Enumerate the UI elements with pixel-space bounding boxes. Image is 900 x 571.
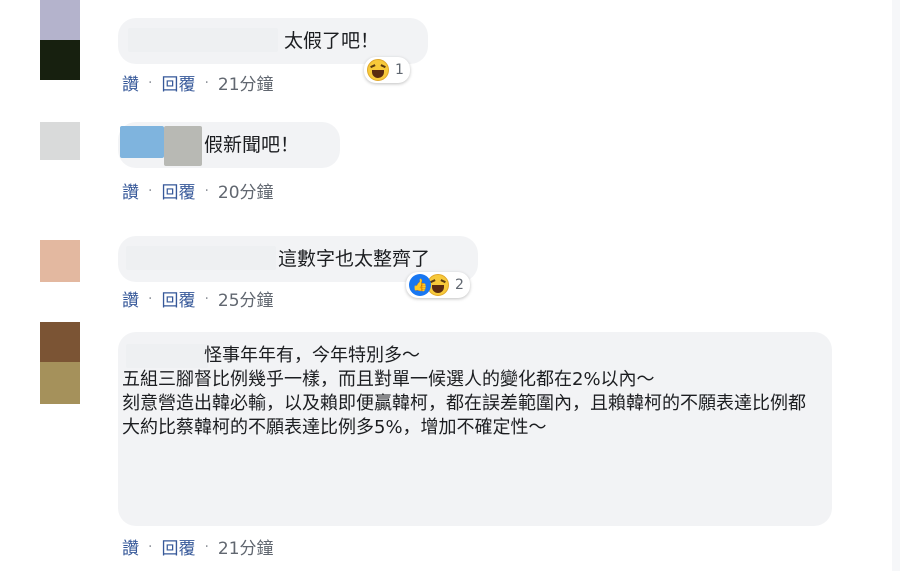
timestamp[interactable]: 21分鐘	[218, 70, 274, 95]
comment-actions: 讚 · 回覆 · 25分鐘	[122, 286, 274, 312]
like-link[interactable]: 讚	[122, 534, 139, 559]
avatar-fill	[40, 122, 80, 160]
avatar[interactable]	[40, 122, 80, 160]
separator: ·	[148, 182, 153, 199]
reaction-count: 1	[395, 62, 404, 78]
reply-link[interactable]: 回覆	[161, 534, 195, 559]
scrollbar-track[interactable]	[892, 0, 900, 571]
comment-text: 怪事年年有，今年特別多～ 五組三腳督比例幾乎一樣，而且對單一候選人的變化都在2%…	[122, 345, 806, 438]
reply-link[interactable]: 回覆	[161, 70, 195, 95]
redacted-name	[164, 126, 202, 166]
separator: ·	[204, 538, 209, 555]
like-link[interactable]: 讚	[122, 178, 139, 203]
avatar-top	[40, 322, 80, 362]
reaction-summary[interactable]: 1	[364, 57, 410, 83]
comment-actions: 讚 · 回覆 · 20分鐘	[122, 178, 274, 204]
like-link[interactable]: 讚	[122, 286, 139, 311]
avatar-top	[40, 0, 80, 40]
comment-bubble: 假新聞吧！	[118, 122, 340, 168]
redacted-name	[120, 126, 164, 158]
timestamp[interactable]: 21分鐘	[218, 534, 274, 559]
reaction-count: 2	[455, 277, 464, 293]
avatar[interactable]	[40, 322, 80, 404]
like-icon: 👍	[409, 274, 431, 296]
comment-actions: 讚 · 回覆 · 21分鐘	[122, 534, 274, 560]
separator: ·	[148, 290, 153, 307]
comment-actions: 讚 · 回覆 · 21分鐘	[122, 70, 274, 96]
haha-icon	[367, 59, 389, 81]
avatar-bottom	[40, 40, 80, 80]
reply-link[interactable]: 回覆	[161, 178, 195, 203]
comment-text: 太假了吧！	[284, 30, 380, 52]
reply-link[interactable]: 回覆	[161, 286, 195, 311]
timestamp[interactable]: 20分鐘	[218, 178, 274, 203]
redacted-name	[126, 246, 276, 270]
reaction-summary[interactable]: 👍 2	[406, 272, 470, 298]
avatar[interactable]	[40, 0, 80, 80]
separator: ·	[148, 538, 153, 555]
comment-text: 這數字也太整齊了	[278, 248, 431, 270]
avatar-fill	[40, 240, 80, 282]
avatar[interactable]	[40, 240, 80, 282]
like-link[interactable]: 讚	[122, 70, 139, 95]
separator: ·	[204, 182, 209, 199]
separator: ·	[148, 74, 153, 91]
timestamp[interactable]: 25分鐘	[218, 286, 274, 311]
avatar-bottom	[40, 362, 80, 404]
redacted-name	[128, 28, 278, 52]
separator: ·	[204, 290, 209, 307]
comment-text: 假新聞吧！	[204, 134, 300, 156]
separator: ·	[204, 74, 209, 91]
